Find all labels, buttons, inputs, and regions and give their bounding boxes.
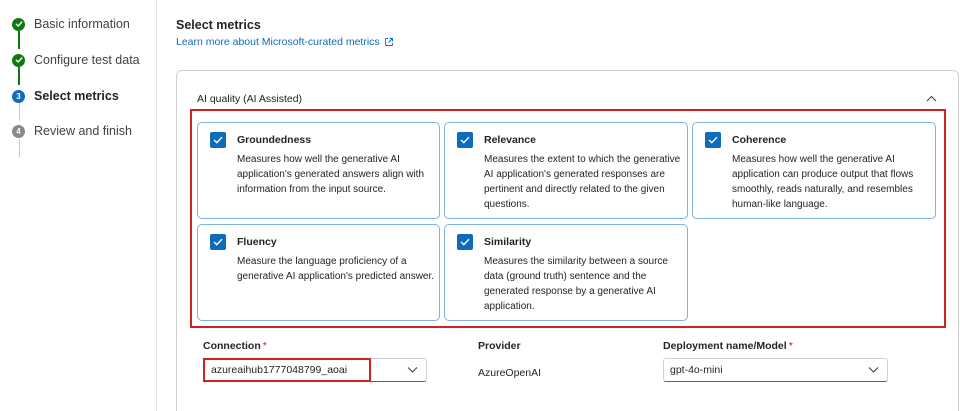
step-basic-information[interactable]: Basic information	[12, 14, 130, 34]
connection-label: Connection *	[203, 340, 267, 352]
step-label: Basic information	[34, 17, 130, 31]
deployment-label: Deployment name/Model *	[663, 340, 793, 352]
learn-more-link[interactable]: Learn more about Microsoft-curated metri…	[176, 36, 394, 48]
check-icon	[12, 17, 25, 31]
open-in-new-icon	[384, 37, 394, 47]
deployment-dropdown[interactable]: gpt-4o-mini	[663, 358, 888, 382]
step-configure-test-data[interactable]: Configure test data	[12, 50, 140, 70]
step-label: Review and finish	[34, 124, 132, 138]
page-title: Select metrics	[176, 18, 261, 32]
required-mark: *	[262, 340, 267, 352]
metrics-highlight-box	[190, 109, 946, 328]
chevron-down-icon	[868, 366, 879, 373]
deployment-value: gpt-4o-mini	[670, 364, 723, 376]
deployment-label-text: Deployment name/Model	[663, 340, 787, 352]
connection-highlight-box	[203, 358, 371, 382]
chevron-up-icon	[926, 89, 937, 107]
required-mark: *	[788, 340, 793, 352]
collapse-button[interactable]	[924, 92, 938, 104]
provider-label: Provider	[478, 340, 521, 352]
wizard-stepper: Basic information Configure test data 3 …	[0, 0, 157, 411]
step-number-badge: 3	[12, 89, 25, 103]
section-title: AI quality (AI Assisted)	[197, 93, 303, 105]
step-connector	[18, 139, 20, 157]
step-review-and-finish[interactable]: 4 Review and finish	[12, 121, 132, 141]
connection-label-text: Connection	[203, 340, 261, 352]
chevron-down-icon	[407, 366, 418, 373]
step-number-badge: 4	[12, 124, 25, 138]
step-label: Configure test data	[34, 53, 140, 67]
check-icon	[12, 53, 25, 67]
provider-value: AzureOpenAI	[478, 367, 542, 379]
step-select-metrics[interactable]: 3 Select metrics	[12, 86, 119, 106]
learn-more-link-text: Learn more about Microsoft-curated metri…	[176, 36, 380, 48]
step-label: Select metrics	[34, 89, 119, 103]
